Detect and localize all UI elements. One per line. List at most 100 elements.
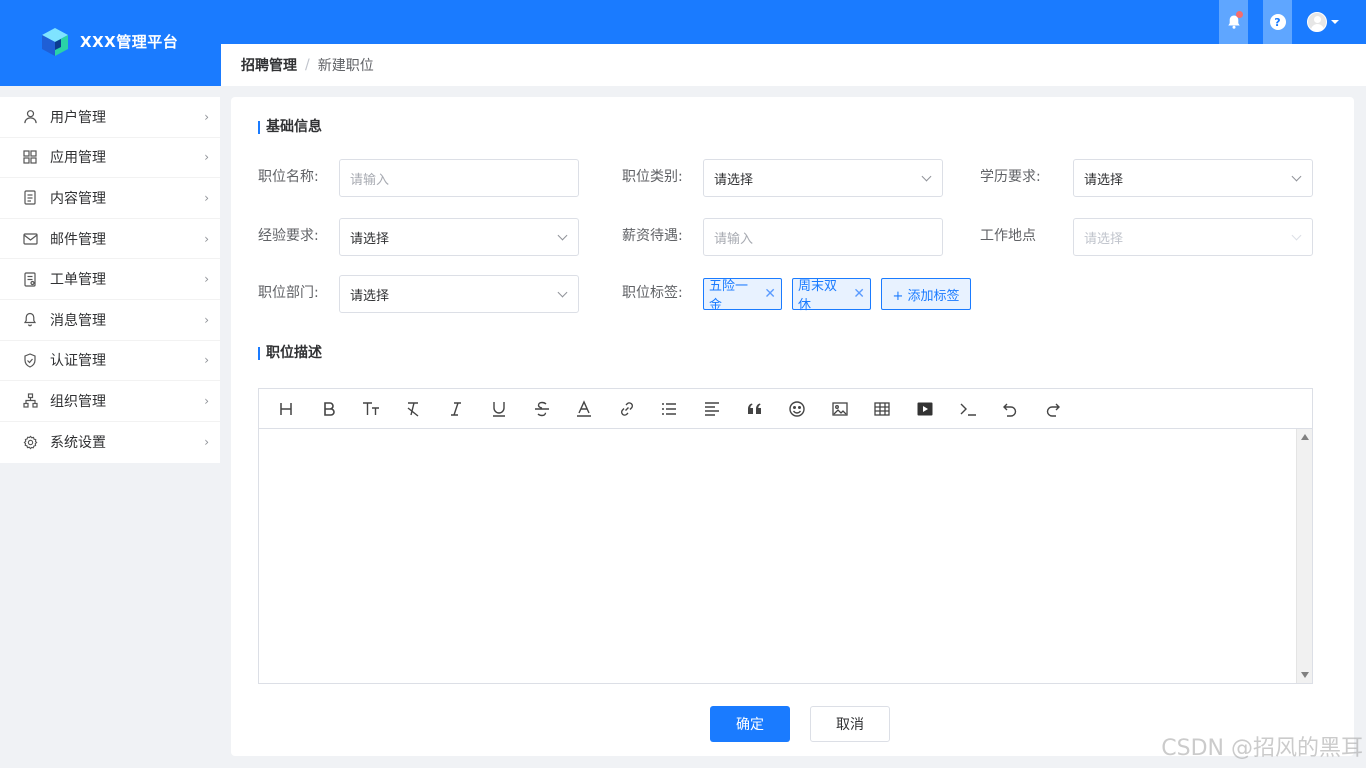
department-value: 请选择 — [350, 288, 390, 304]
sidebar-item-label: 认证管理 — [50, 353, 106, 370]
salary-label: 薪资待遇: — [622, 228, 683, 244]
ticket-icon — [22, 271, 38, 287]
editor-scrollbar[interactable] — [1296, 429, 1312, 683]
tag-label: 五险一金 — [709, 279, 749, 313]
chevron-right-icon: › — [204, 312, 209, 327]
video-icon[interactable] — [913, 397, 937, 421]
code-icon[interactable] — [956, 397, 980, 421]
sidebar-item-label: 消息管理 — [50, 312, 106, 329]
undo-icon[interactable] — [998, 397, 1022, 421]
sidebar-item-label: 系统设置 — [50, 435, 106, 452]
position-category-select[interactable]: 请选择 — [703, 159, 943, 197]
chevron-down-icon — [557, 287, 568, 298]
quote-icon[interactable] — [743, 397, 767, 421]
chevron-right-icon: › — [204, 150, 209, 165]
chevron-right-icon: › — [204, 109, 209, 124]
bullet-list-icon[interactable] — [657, 397, 681, 421]
sidebar-item-auth[interactable]: 认证管理 › — [0, 341, 220, 382]
cancel-button[interactable]: 取消 — [810, 706, 890, 742]
sidebar-item-apps[interactable]: 应用管理 › — [0, 138, 220, 179]
work-location-label: 工作地点 — [980, 228, 1036, 244]
tag-item: 周末双休 ✕ — [792, 278, 871, 313]
align-icon[interactable] — [700, 397, 724, 421]
scroll-up-icon[interactable] — [1301, 434, 1309, 440]
heading-icon[interactable] — [274, 397, 298, 421]
scroll-down-icon[interactable] — [1301, 672, 1309, 678]
chevron-right-icon: › — [204, 231, 209, 246]
tags-label: 职位标签: — [622, 285, 683, 301]
app-title: XXX管理平台 — [80, 33, 179, 51]
chevron-down-icon — [921, 171, 932, 182]
position-category-label: 职位类别: — [622, 169, 683, 185]
department-select[interactable]: 请选择 — [339, 275, 579, 313]
confirm-button[interactable]: 确定 — [710, 706, 790, 742]
org-chart-icon — [22, 393, 38, 409]
avatar — [1307, 12, 1327, 32]
department-label: 职位部门: — [258, 285, 319, 301]
logo-area: XXX管理平台 — [0, 0, 221, 86]
education-value: 请选择 — [1084, 172, 1124, 188]
sidebar-item-organization[interactable]: 组织管理 › — [0, 381, 220, 422]
image-icon[interactable] — [828, 397, 852, 421]
bold-icon[interactable] — [317, 397, 341, 421]
chevron-right-icon: › — [204, 353, 209, 368]
underline-icon[interactable] — [487, 397, 511, 421]
sidebar-item-messages[interactable]: 消息管理 › — [0, 300, 220, 341]
breadcrumb-separator: / — [305, 57, 310, 73]
chevron-right-icon: › — [204, 190, 209, 205]
notification-button[interactable] — [1219, 0, 1248, 44]
sidebar-item-label: 组织管理 — [50, 393, 106, 410]
position-name-input[interactable]: 请输入 — [339, 159, 579, 197]
experience-value: 请选择 — [350, 231, 390, 247]
sidebar-item-label: 内容管理 — [50, 190, 106, 207]
sidebar-item-label: 工单管理 — [50, 272, 106, 289]
logo-icon — [42, 28, 68, 56]
sidebar-item-label: 邮件管理 — [50, 231, 106, 248]
strikethrough-icon[interactable] — [530, 397, 554, 421]
mail-icon — [22, 231, 38, 247]
notification-dot — [1236, 11, 1243, 18]
sidebar-item-tickets[interactable]: 工单管理 › — [0, 259, 220, 300]
salary-input[interactable]: 请输入 — [703, 218, 943, 256]
font-color-icon[interactable] — [572, 397, 596, 421]
table-icon[interactable] — [870, 397, 894, 421]
tag-item: 五险一金 ✕ — [703, 278, 782, 313]
clear-format-icon[interactable] — [402, 397, 426, 421]
basic-info-title: 基础信息 — [258, 120, 322, 134]
close-icon[interactable]: ✕ — [853, 286, 865, 302]
user-icon — [22, 109, 38, 125]
italic-icon[interactable] — [444, 397, 468, 421]
sidebar: 用户管理 › 应用管理 › 内容管理 › 邮件管理 › 工单管理 › 消息管理 … — [0, 97, 220, 463]
education-select[interactable]: 请选择 — [1073, 159, 1313, 197]
tag-label: 周末双休 — [798, 279, 838, 313]
help-icon: ? — [1269, 14, 1286, 30]
user-menu[interactable] — [1307, 12, 1339, 32]
sidebar-item-mail[interactable]: 邮件管理 › — [0, 219, 220, 260]
work-location-select[interactable]: 请选择 — [1073, 218, 1313, 256]
chevron-right-icon: › — [204, 272, 209, 287]
sidebar-item-content[interactable]: 内容管理 › — [0, 178, 220, 219]
experience-select[interactable]: 请选择 — [339, 218, 579, 256]
close-icon[interactable]: ✕ — [764, 286, 776, 302]
chevron-down-icon — [1291, 230, 1302, 241]
chevron-down-icon — [557, 230, 568, 241]
font-size-icon[interactable] — [359, 397, 383, 421]
add-tag-button[interactable]: + 添加标签 — [881, 278, 971, 310]
emoji-icon[interactable] — [785, 397, 809, 421]
rich-text-editor — [258, 388, 1313, 684]
sidebar-item-settings[interactable]: 系统设置 › — [0, 422, 220, 463]
document-icon — [22, 190, 38, 206]
editor-content-area[interactable] — [259, 429, 1296, 683]
position-category-value: 请选择 — [714, 172, 754, 188]
grid-icon — [22, 149, 38, 165]
salary-placeholder: 请输入 — [714, 231, 754, 247]
link-icon[interactable] — [615, 397, 639, 421]
sidebar-item-users[interactable]: 用户管理 › — [0, 97, 220, 138]
redo-icon[interactable] — [1041, 397, 1065, 421]
description-title: 职位描述 — [258, 346, 322, 360]
caret-down-icon — [1331, 20, 1339, 24]
breadcrumb-parent[interactable]: 招聘管理 — [241, 55, 297, 75]
sidebar-item-label: 用户管理 — [50, 109, 106, 126]
help-button[interactable]: ? — [1263, 0, 1292, 44]
shield-icon — [22, 352, 38, 368]
